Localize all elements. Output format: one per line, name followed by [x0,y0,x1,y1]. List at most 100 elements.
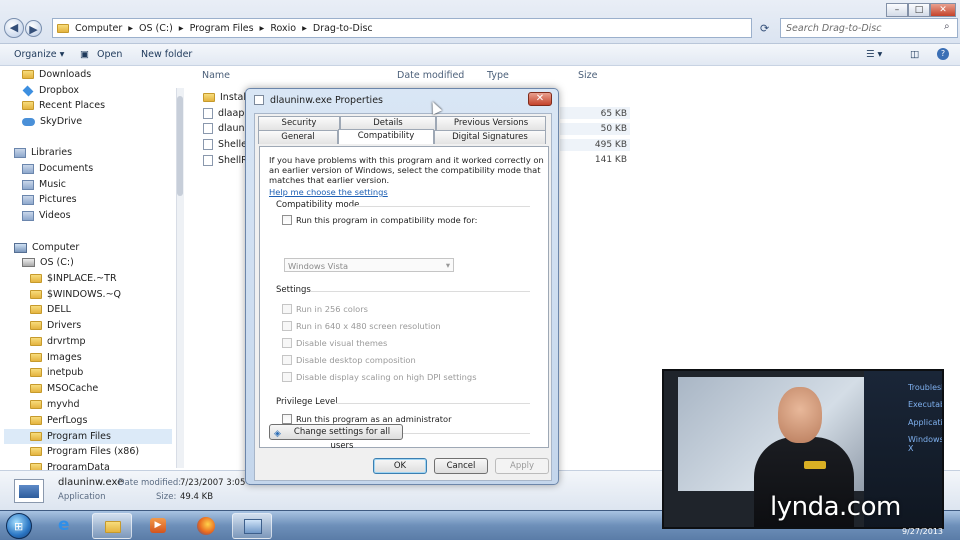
minimize-icon[interactable]: – [886,3,908,17]
preview-pane-icon[interactable]: ◫ [910,49,919,60]
drive-icon [22,258,35,267]
cancel-button[interactable]: Cancel [434,458,488,474]
forward-icon[interactable]: ▶ [25,20,42,37]
nav-item[interactable]: MSOCache [30,383,98,394]
view-icon[interactable]: ☰ ▾ [866,49,882,60]
tab-general[interactable]: General [258,130,338,144]
search-input[interactable]: Search Drag-to-Disc [780,18,958,38]
firefox-icon [197,517,215,535]
detail-type: Application [58,492,106,502]
crumb-drag-to-disc[interactable]: Drag-to-Disc [313,23,373,34]
nav-item[interactable]: Computer [14,242,79,253]
privilege-group-title: Privilege Level [276,397,338,407]
crumb-os-c[interactable]: OS (C:) [139,23,173,34]
pictures-icon [22,194,34,205]
setting-desktop-composition-checkbox[interactable] [282,355,292,365]
dialog-close-icon[interactable]: ✕ [528,92,552,106]
documents-icon [22,163,34,174]
shirt-logo [804,461,826,469]
help-link[interactable]: Help me choose the settings [269,187,388,197]
column-date-modified[interactable]: Date modified [397,70,464,81]
run-as-admin-checkbox[interactable] [282,414,292,424]
compat-mode-select[interactable]: Windows Vista [284,258,454,272]
nav-item[interactable]: Recent Places [22,100,105,111]
column-type[interactable]: Type [487,70,509,81]
setting-visual-themes-checkbox[interactable] [282,338,292,348]
organize-button[interactable]: Organize ▾ [14,49,64,60]
taskbar-explorer[interactable] [92,513,132,539]
divider [350,206,530,207]
new-folder-button[interactable]: New folder [141,49,192,60]
nav-item-selected[interactable]: Program Files [4,429,172,444]
nav-item[interactable]: OS (C:) [22,257,74,268]
setting-256-colors-checkbox[interactable] [282,304,292,314]
file-size: 495 KB [594,140,627,150]
nav-item[interactable]: PerfLogs [30,415,87,426]
tab-digital-signatures[interactable]: Digital Signatures [434,130,546,144]
nav-item[interactable]: drvrtmp [30,336,85,347]
taskbar-control-panel[interactable] [232,513,272,539]
explorer-icon [105,521,121,533]
dialog-title: dlauninw.exe Properties [270,95,383,106]
nav-item[interactable]: DELL [30,304,71,315]
crumb-program-files[interactable]: Program Files [190,23,254,34]
folder-icon [30,274,42,283]
nav-item[interactable]: Dropbox [22,85,79,96]
change-all-users-button[interactable]: ◈ Change settings for all users [269,424,403,451]
nav-item[interactable]: Images [30,352,82,363]
help-icon[interactable]: ? [937,48,949,60]
shield-icon: ◈ [274,429,281,439]
folder-icon [22,70,34,79]
nav-item[interactable]: Downloads [22,69,91,80]
videos-icon [22,210,34,221]
taskbar-ie[interactable]: e [48,513,88,539]
detail-size-label: Size: [156,492,177,502]
open-icon[interactable]: ▣ [80,49,89,60]
column-name[interactable]: Name [202,70,230,81]
column-size[interactable]: Size [578,70,598,81]
list-item[interactable]: Install [203,92,249,103]
nav-item[interactable]: myvhd [30,399,80,410]
nav-item[interactable]: ProgramData [30,462,110,470]
nav-item[interactable]: inetpub [30,367,83,378]
nav-item[interactable]: Program Files (x86) [30,446,139,457]
breadcrumb[interactable]: Computer ▸ OS (C:) ▸ Program Files ▸ Roxio ▸… [52,18,752,38]
folder-icon [30,447,42,456]
video-date: 9/27/2013 [902,527,944,536]
compat-mode-checkbox[interactable] [282,215,292,225]
maximize-icon[interactable]: □ [908,3,930,17]
crumb-computer[interactable]: Computer [75,23,122,34]
folder-icon [57,23,69,33]
nav-item[interactable]: $WINDOWS.~Q [30,289,121,300]
crumb-roxio[interactable]: Roxio [270,23,296,34]
setting-label: Disable display scaling on high DPI sett… [296,372,477,382]
nav-scroll-thumb[interactable] [177,96,183,196]
nav-item[interactable]: Drivers [30,320,81,331]
setting-dpi-scaling-checkbox[interactable] [282,372,292,382]
setting-label: Run in 640 x 480 screen resolution [296,321,441,331]
nav-item[interactable]: $INPLACE.~TR [30,273,117,284]
nav-item[interactable]: Documents [22,163,93,174]
properties-dialog: dlauninw.exe Properties ✕ Security Detai… [245,88,559,485]
apply-button[interactable]: Apply [495,458,549,474]
list-item[interactable]: dlaunir [203,123,251,134]
ok-button[interactable]: OK [373,458,427,474]
tab-security[interactable]: Security [258,116,340,130]
nav-item[interactable]: Videos [22,210,71,221]
taskbar-firefox[interactable] [186,513,226,539]
nav-item[interactable]: Libraries [14,147,72,158]
refresh-icon[interactable]: ⟳ [760,22,769,35]
nav-item[interactable]: Pictures [22,194,77,205]
tab-details[interactable]: Details [340,116,436,130]
computer-icon [14,242,27,253]
nav-item[interactable]: SkyDrive [22,116,82,127]
start-button[interactable]: ⊞ [6,513,32,539]
nav-item[interactable]: Music [22,179,66,190]
open-button[interactable]: Open [97,49,122,60]
setting-640x480-checkbox[interactable] [282,321,292,331]
tab-previous-versions[interactable]: Previous Versions [436,116,546,130]
taskbar-media-player[interactable]: ▶ [138,513,178,539]
close-window-icon[interactable]: ✕ [930,3,956,17]
back-icon[interactable]: ◀ [4,18,24,38]
tab-compatibility[interactable]: Compatibility [338,129,434,144]
